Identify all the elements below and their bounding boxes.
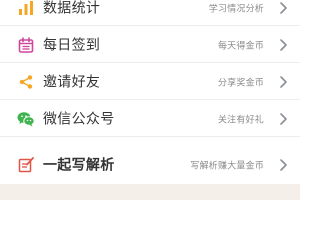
menu-item-label: 微信公众号 [43, 111, 115, 128]
menu-item-statistics[interactable]: 数据统计 学习情况分析 [0, 0, 300, 26]
wechat-icon [17, 110, 35, 128]
edit-note-icon [17, 156, 35, 174]
share-icon [17, 73, 35, 91]
menu-item-hint: 关注有好礼 [217, 115, 264, 125]
calendar-icon [17, 36, 35, 54]
menu-item-hint: 学习情况分析 [208, 4, 264, 14]
menu-item-write-analysis[interactable]: 一起写解析 写解析赚大量金币 [0, 146, 300, 183]
menu-item-label: 数据统计 [43, 0, 101, 17]
chevron-right-icon [280, 75, 287, 88]
chevron-right-icon [280, 158, 287, 171]
chevron-right-icon [280, 1, 287, 14]
menu-item-hint: 写解析赚大量金币 [190, 161, 264, 171]
menu-item-daily-checkin[interactable]: 每日签到 每天得金币 [0, 26, 300, 63]
divider [0, 136, 300, 137]
menu-item-label: 一起写解析 [43, 157, 115, 174]
menu-item-hint: 每天得金币 [217, 41, 264, 51]
menu-item-wechat-official[interactable]: 微信公众号 关注有好礼 [0, 100, 300, 137]
menu-item-label: 每日签到 [43, 37, 101, 54]
chevron-right-icon [280, 112, 287, 125]
menu-item-invite-friends[interactable]: 邀请好友 分享奖金币 [0, 63, 300, 100]
menu-list: 数据统计 学习情况分析 每日签到 每天得金币 邀请好友 分享奖金币 微信公众号 … [0, 0, 300, 184]
menu-item-hint: 分享奖金币 [217, 78, 264, 88]
bar-chart-icon [17, 0, 35, 17]
section-separator [0, 184, 300, 200]
menu-item-label: 邀请好友 [43, 74, 101, 91]
chevron-right-icon [280, 38, 287, 51]
